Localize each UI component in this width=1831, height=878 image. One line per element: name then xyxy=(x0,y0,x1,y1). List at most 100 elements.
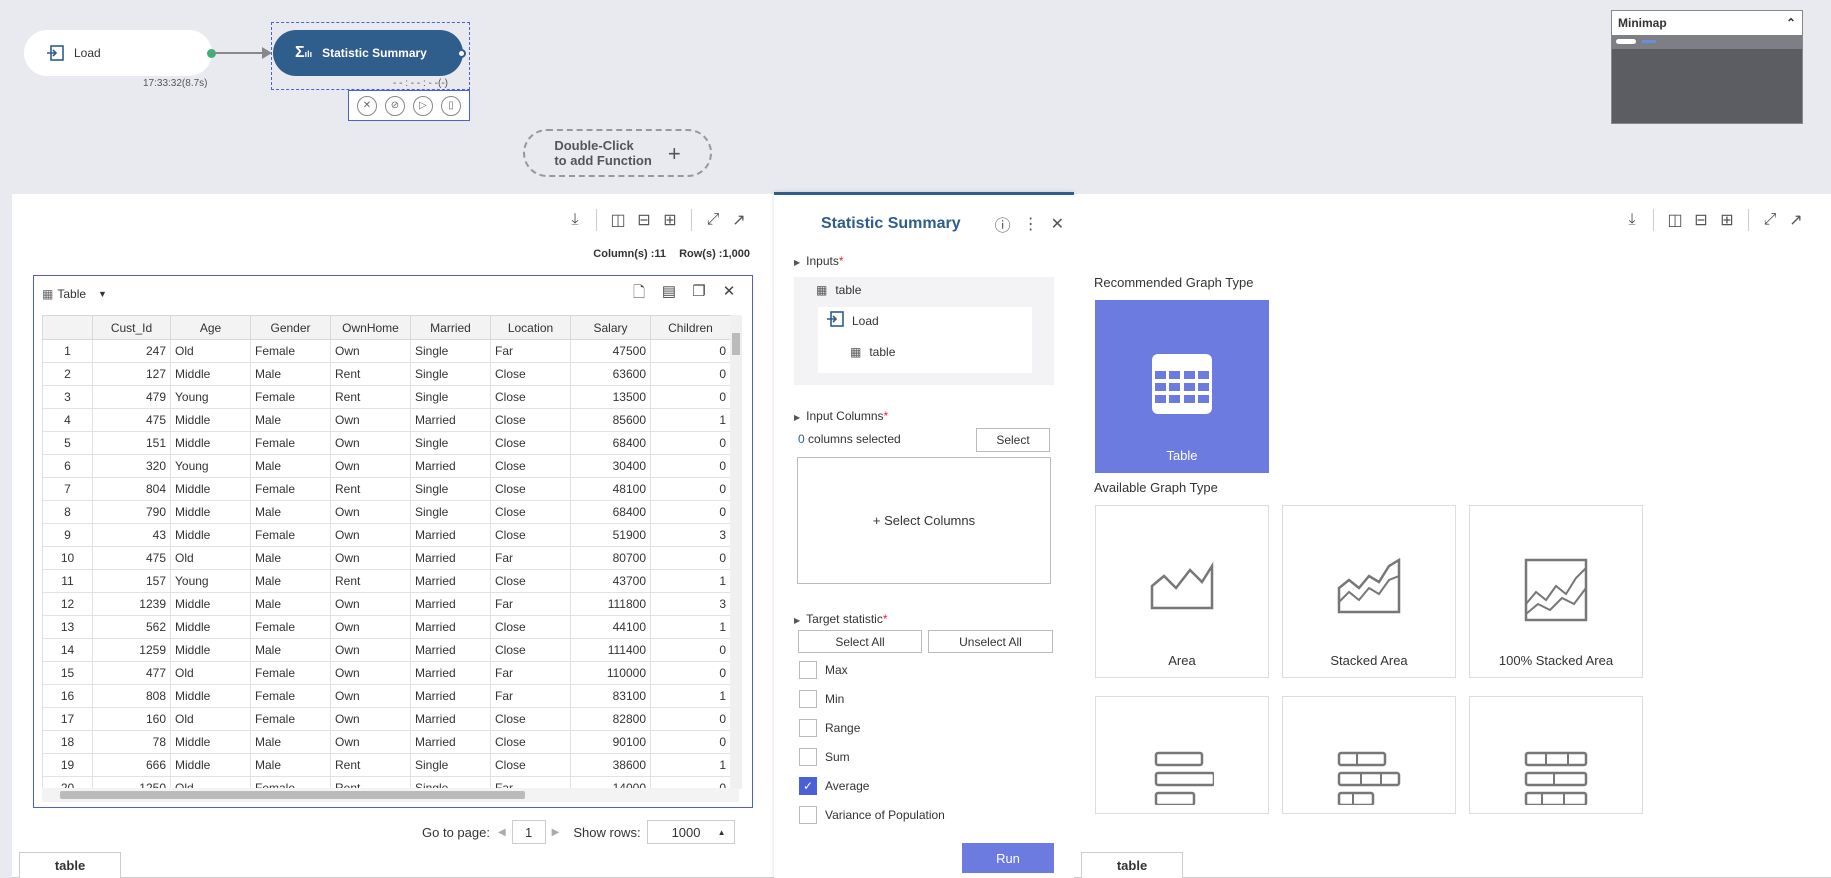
column-header[interactable]: Salary xyxy=(570,315,651,340)
minimap-viewport[interactable] xyxy=(1612,35,1802,49)
stat-option-variance-of-population[interactable]: Variance of Population xyxy=(799,806,945,824)
data-grid[interactable]: Cust_Id Age Gender OwnHome Married Location Sa… xyxy=(42,315,739,789)
column-settings-icon[interactable]: ▤ xyxy=(654,282,684,307)
table-row[interactable]: 16 808 Middle Female Own Married Far 83100 1 xyxy=(42,684,731,708)
select-all-button[interactable]: Select All xyxy=(798,630,922,653)
run-button[interactable]: Run xyxy=(962,843,1054,873)
minimap[interactable]: Minimap ⌃ xyxy=(1611,10,1803,124)
input-load-table-item[interactable]: ▦ table xyxy=(850,345,895,359)
stat-option-max[interactable]: Max xyxy=(799,661,848,679)
split-vertical-icon[interactable]: ◫ xyxy=(1662,207,1688,233)
popout-icon[interactable]: ↗ xyxy=(726,207,752,233)
chevron-up-icon[interactable]: ⌃ xyxy=(1786,16,1796,30)
column-header[interactable]: Age xyxy=(170,315,251,340)
stat-output-port[interactable] xyxy=(457,49,466,58)
input-load-item[interactable]: Load xyxy=(826,311,879,330)
table-row[interactable]: 9 43 Middle Female Own Married Close 51900 3 xyxy=(42,523,731,547)
table-row[interactable]: 8 790 Middle Male Own Single Close 68400 0 xyxy=(42,500,731,524)
table-view-selector[interactable]: ▦ Table ▼ xyxy=(42,287,107,301)
column-header[interactable] xyxy=(42,315,93,340)
input-table-item[interactable]: ▦ table xyxy=(816,283,861,297)
delete-icon[interactable]: ▯ xyxy=(441,95,461,116)
split-horizontal-icon[interactable]: ⊟ xyxy=(631,207,657,233)
table-row[interactable]: 18 78 Middle Male Own Married Close 90100 0 xyxy=(42,730,731,754)
inputs-section-header[interactable]: ▶ Inputs* xyxy=(794,254,844,268)
graph-card-bar[interactable] xyxy=(1095,696,1269,814)
next-page-icon[interactable]: ▶ xyxy=(552,827,560,838)
more-icon[interactable]: ⋮ xyxy=(1023,214,1039,234)
table-row[interactable]: 6 320 Young Male Own Married Close 30400 0 xyxy=(42,454,731,478)
checkbox[interactable] xyxy=(799,806,817,824)
download-icon[interactable]: ⤓ xyxy=(1619,207,1645,233)
table-row[interactable]: 12 1239 Middle Male Own Married Far 111800 3 xyxy=(42,592,731,616)
add-function-placeholder[interactable]: Double-Click to add Function + xyxy=(523,129,712,177)
checkbox[interactable] xyxy=(799,719,817,737)
graph-card-stacked-area[interactable]: Stacked Area xyxy=(1282,505,1456,678)
grid-layout-icon[interactable]: ⊞ xyxy=(657,207,683,233)
stat-option-sum[interactable]: Sum xyxy=(799,748,850,766)
table-row[interactable]: 15 477 Old Female Own Married Far 110000 0 xyxy=(42,661,731,685)
popout-icon[interactable]: ↗ xyxy=(1783,207,1809,233)
table-row[interactable]: 19 666 Middle Male Rent Single Close 38600 1 xyxy=(42,753,731,777)
unselect-all-button[interactable]: Unselect All xyxy=(928,630,1053,653)
column-header[interactable]: Cust_Id xyxy=(92,315,171,340)
graph-card-100-stacked-bar[interactable] xyxy=(1469,696,1643,814)
stat-option-min[interactable]: Min xyxy=(799,690,844,708)
graph-card-table[interactable]: Table xyxy=(1095,300,1269,473)
stat-option-average[interactable]: ✓ Average xyxy=(799,777,869,795)
copy-icon[interactable]: ❐ xyxy=(684,282,714,307)
play-icon[interactable]: ▷ xyxy=(413,95,433,116)
split-vertical-icon[interactable]: ◫ xyxy=(605,207,631,233)
checkbox[interactable] xyxy=(799,661,817,679)
grid-layout-icon[interactable]: ⊞ xyxy=(1714,207,1740,233)
graph-card-stacked-bar[interactable] xyxy=(1282,696,1456,814)
graph-card-area[interactable]: Area xyxy=(1095,505,1269,678)
show-rows-select[interactable]: 1000 ▲ xyxy=(646,820,735,844)
column-header[interactable]: Married xyxy=(410,315,491,340)
download-icon[interactable]: ⤓ xyxy=(562,207,588,233)
table-row[interactable]: 7 804 Middle Female Rent Single Close 48100 0 xyxy=(42,477,731,501)
table-row[interactable]: 3 479 Young Female Rent Single Close 13500 0 xyxy=(42,385,731,409)
input-columns-section-header[interactable]: ▶ Input Columns* xyxy=(794,409,888,423)
table-row[interactable]: 17 160 Old Female Own Married Close 82800 0 xyxy=(42,707,731,731)
select-columns-area[interactable]: + Select Columns xyxy=(797,457,1051,584)
help-icon[interactable]: ⓘ xyxy=(995,212,1011,236)
table-row[interactable]: 4 475 Middle Male Own Married Close 85600 1 xyxy=(42,408,731,432)
expand-icon[interactable]: ⤢ xyxy=(1757,207,1783,233)
expand-icon[interactable]: ⤢ xyxy=(700,207,726,233)
target-statistic-section-header[interactable]: ▶ Target statistic* xyxy=(794,612,888,626)
checkbox[interactable] xyxy=(799,748,817,766)
close-icon[interactable]: ✕ xyxy=(714,282,744,307)
workflow-canvas[interactable]: Load 17:33:32(8.7s) Σılı Statistic Summa… xyxy=(0,0,1831,194)
tab-table-right[interactable]: table xyxy=(1081,852,1183,878)
table-row[interactable]: 5 151 Middle Female Own Single Close 68400 0 xyxy=(42,431,731,455)
prev-page-icon[interactable]: ◀ xyxy=(498,827,506,838)
table-row[interactable]: 14 1259 Middle Male Own Married Close 111400 0 xyxy=(42,638,731,662)
column-header[interactable]: Children xyxy=(650,315,731,340)
statistic-summary-node[interactable]: Σılı Statistic Summary xyxy=(273,30,463,76)
horizontal-scrollbar[interactable] xyxy=(42,788,739,802)
table-row[interactable]: 13 562 Middle Female Own Married Close 44100 1 xyxy=(42,615,731,639)
vertical-scrollbar[interactable] xyxy=(730,315,742,789)
select-columns-button[interactable]: Select xyxy=(976,428,1050,452)
column-header[interactable]: OwnHome xyxy=(330,315,411,340)
tab-table-left[interactable]: table xyxy=(19,852,121,878)
column-header[interactable]: Location xyxy=(490,315,571,340)
close-circle-icon[interactable]: ✕ xyxy=(357,95,377,116)
checkbox[interactable] xyxy=(799,690,817,708)
table-row[interactable]: 2 127 Middle Male Rent Single Close 63600 0 xyxy=(42,362,731,386)
table-row[interactable]: 11 157 Young Male Rent Married Close 43700 1 xyxy=(42,569,731,593)
import-icon xyxy=(826,311,844,330)
disable-icon[interactable]: ⊘ xyxy=(385,95,405,116)
page-input[interactable]: 1 xyxy=(511,820,546,844)
graph-card-100-stacked-area[interactable]: 100% Stacked Area xyxy=(1469,505,1643,678)
table-row[interactable]: 1 247 Old Female Own Single Far 47500 0 xyxy=(42,339,731,363)
column-header[interactable]: Gender xyxy=(250,315,331,340)
checkbox[interactable]: ✓ xyxy=(799,777,817,795)
split-horizontal-icon[interactable]: ⊟ xyxy=(1688,207,1714,233)
close-icon[interactable]: ✕ xyxy=(1051,214,1064,234)
new-document-icon[interactable]: 🗋 xyxy=(624,282,654,307)
stat-option-range[interactable]: Range xyxy=(799,719,860,737)
load-node[interactable]: Load xyxy=(24,30,212,76)
table-row[interactable]: 10 475 Old Male Own Married Far 80700 0 xyxy=(42,546,731,570)
